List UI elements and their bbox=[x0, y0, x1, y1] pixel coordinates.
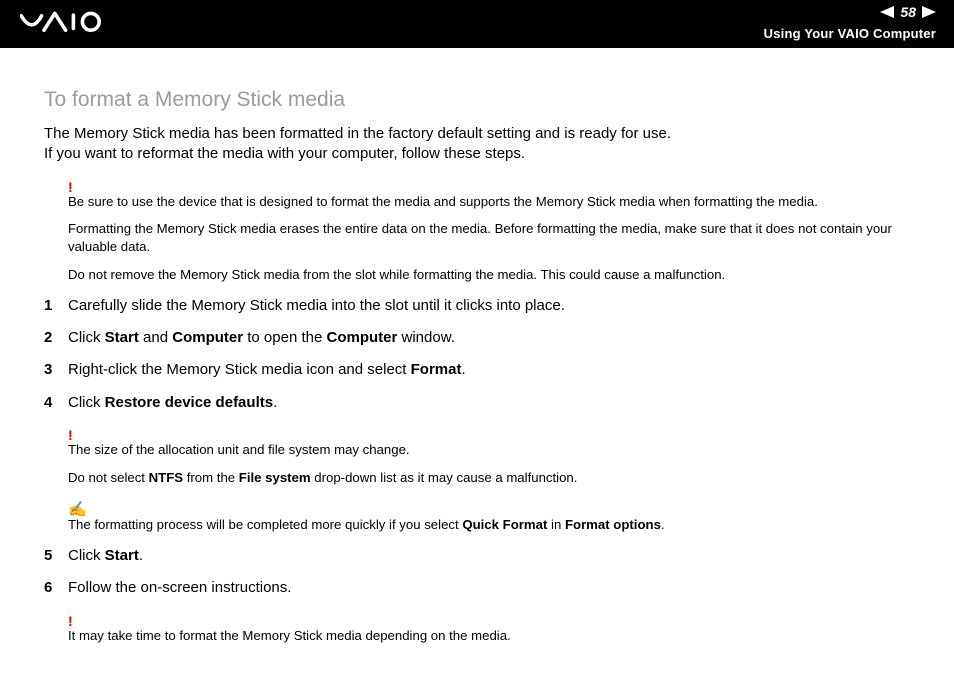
warning-text: It may take time to format the Memory St… bbox=[68, 627, 910, 645]
warning-text: Formatting the Memory Stick media erases… bbox=[68, 220, 910, 256]
step-number: 2 bbox=[44, 328, 68, 348]
warning-text: Be sure to use the device that is design… bbox=[68, 193, 910, 211]
page-number: 58 bbox=[900, 4, 916, 20]
warning-block-2: ! The size of the allocation unit and fi… bbox=[44, 427, 910, 487]
warning-text: Do not select NTFS from the File system … bbox=[68, 469, 910, 487]
page-header: 58 Using Your VAIO Computer bbox=[0, 0, 954, 48]
step-body: Click Start. bbox=[68, 546, 910, 566]
step-list: 1 Carefully slide the Memory Stick media… bbox=[44, 296, 910, 413]
step-6: 6 Follow the on-screen instructions. bbox=[44, 578, 910, 598]
step-number: 4 bbox=[44, 393, 68, 413]
step-list-continued: 5 Click Start. 6 Follow the on-screen in… bbox=[44, 546, 910, 599]
warning-text: Do not remove the Memory Stick media fro… bbox=[68, 266, 910, 284]
step-4: 4 Click Restore device defaults. bbox=[44, 393, 910, 413]
step-body: Right-click the Memory Stick media icon … bbox=[68, 360, 910, 380]
intro-line-2: If you want to reformat the media with y… bbox=[44, 145, 525, 162]
section-label: Using Your VAIO Computer bbox=[764, 26, 936, 41]
step-1: 1 Carefully slide the Memory Stick media… bbox=[44, 296, 910, 316]
step-body: Click Start and Computer to open the Com… bbox=[68, 328, 910, 348]
step-body: Click Restore device defaults. bbox=[68, 393, 910, 413]
step-3: 3 Right-click the Memory Stick media ico… bbox=[44, 360, 910, 380]
page-navigation: 58 bbox=[880, 4, 936, 20]
page-content: To format a Memory Stick media The Memor… bbox=[0, 48, 954, 645]
page-heading: To format a Memory Stick media bbox=[44, 88, 910, 112]
warning-block-1: ! Be sure to use the device that is desi… bbox=[44, 179, 910, 284]
step-number: 1 bbox=[44, 296, 68, 316]
step-number: 6 bbox=[44, 578, 68, 598]
note-block-1: ✍ The formatting process will be complet… bbox=[44, 500, 910, 534]
intro-text: The Memory Stick media has been formatte… bbox=[44, 124, 910, 165]
prev-page-arrow-icon[interactable] bbox=[880, 6, 894, 18]
warning-text: The size of the allocation unit and file… bbox=[68, 441, 910, 459]
vaio-logo bbox=[20, 8, 140, 38]
next-page-arrow-icon[interactable] bbox=[922, 6, 936, 18]
step-number: 3 bbox=[44, 360, 68, 380]
step-body: Carefully slide the Memory Stick media i… bbox=[68, 296, 910, 316]
step-5: 5 Click Start. bbox=[44, 546, 910, 566]
step-2: 2 Click Start and Computer to open the C… bbox=[44, 328, 910, 348]
note-text: The formatting process will be completed… bbox=[68, 516, 910, 534]
step-body: Follow the on-screen instructions. bbox=[68, 578, 910, 598]
step-number: 5 bbox=[44, 546, 68, 566]
intro-line-1: The Memory Stick media has been formatte… bbox=[44, 125, 671, 142]
warning-block-3: ! It may take time to format the Memory … bbox=[44, 613, 910, 645]
